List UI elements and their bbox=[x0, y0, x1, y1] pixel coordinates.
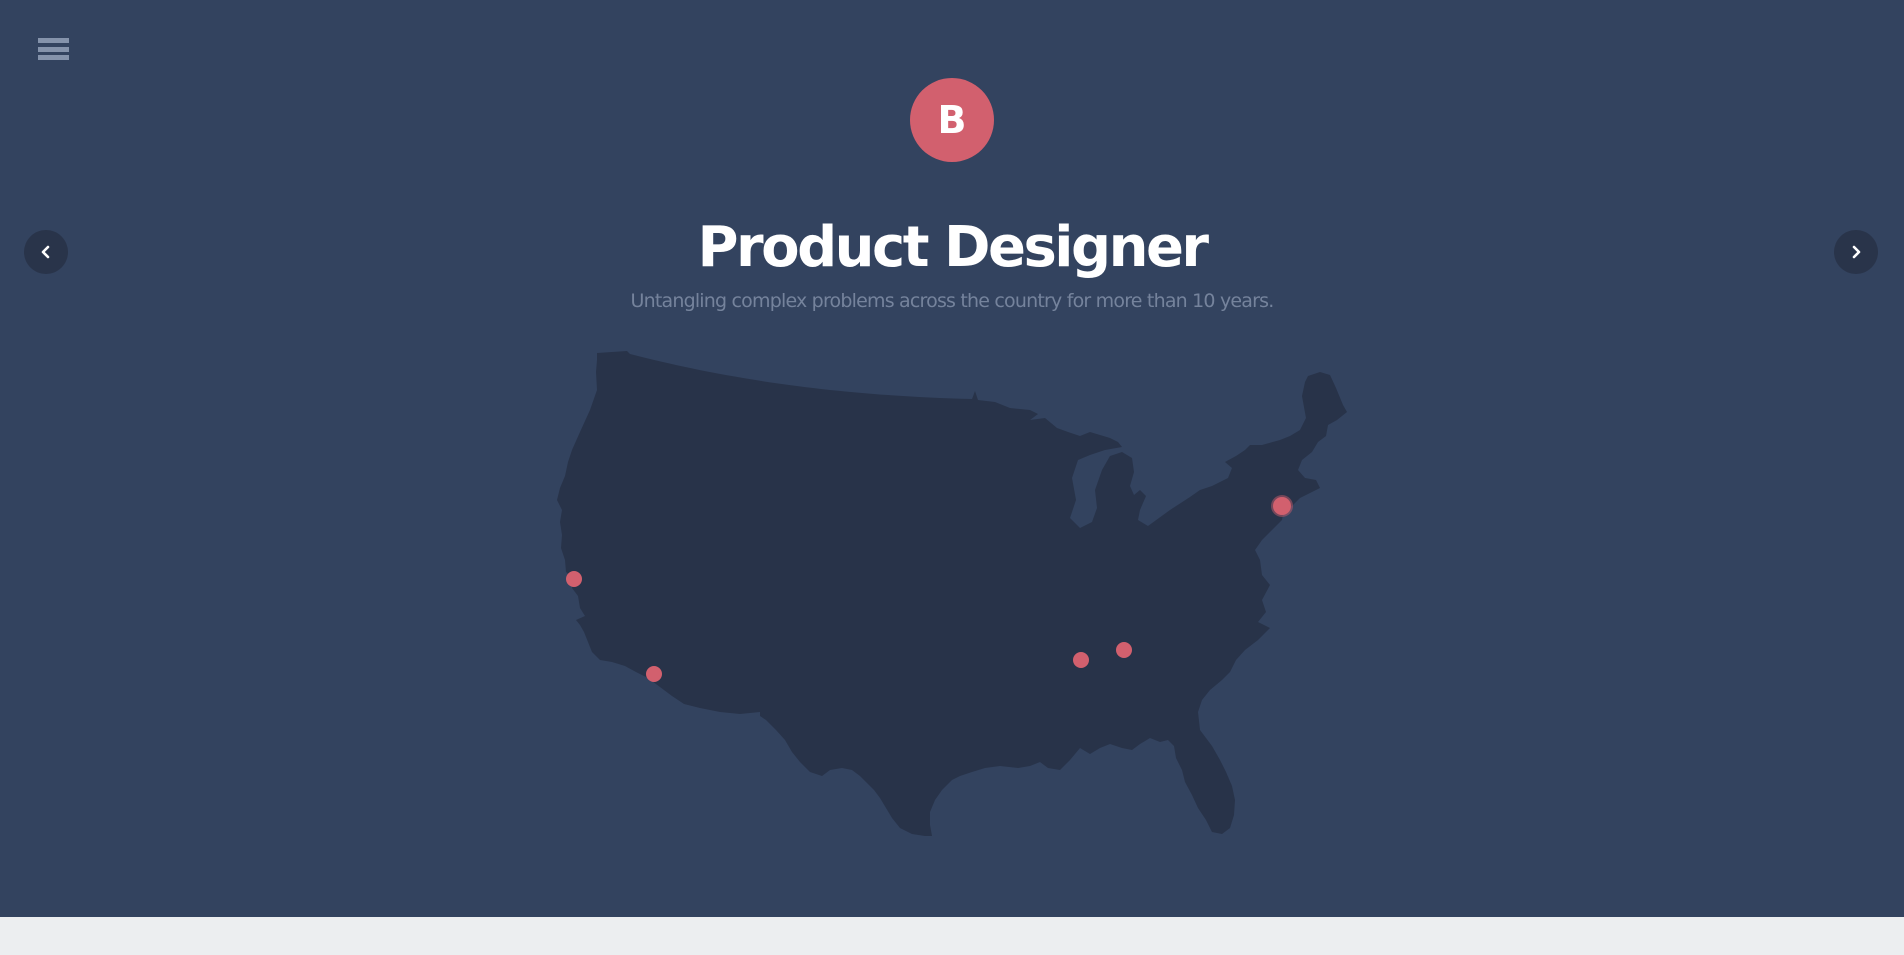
footer-strip bbox=[0, 917, 1904, 955]
previous-slide-button[interactable] bbox=[24, 230, 68, 274]
logo-avatar[interactable]: B bbox=[910, 78, 994, 162]
us-map bbox=[550, 345, 1360, 845]
next-slide-button[interactable] bbox=[1834, 230, 1878, 274]
map-pin-los-angeles[interactable] bbox=[646, 666, 662, 682]
us-map-shape bbox=[557, 351, 1347, 836]
chevron-right-icon bbox=[1852, 245, 1861, 259]
map-pin-san-francisco[interactable] bbox=[566, 571, 582, 587]
chevron-left-icon bbox=[41, 245, 50, 259]
page-title: Product Designer bbox=[697, 215, 1209, 280]
map-pin-new-york[interactable] bbox=[1273, 497, 1291, 515]
map-pin-memphis[interactable] bbox=[1073, 652, 1089, 668]
hero-section: B Product Designer Untangling complex pr… bbox=[0, 0, 1904, 917]
page-subtitle: Untangling complex problems across the c… bbox=[630, 290, 1274, 312]
hamburger-menu-icon[interactable] bbox=[38, 38, 70, 68]
map-pin-nashville[interactable] bbox=[1116, 642, 1132, 658]
